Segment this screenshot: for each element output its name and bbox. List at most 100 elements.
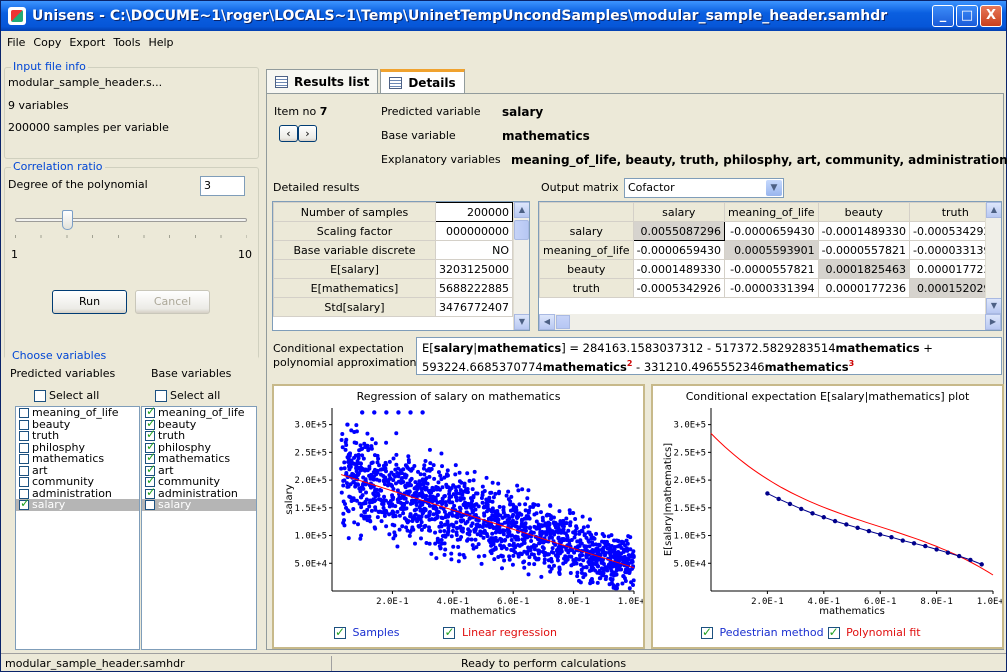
- menu-export[interactable]: Export: [69, 36, 105, 49]
- matrix-cell[interactable]: 0.0055087296: [632, 221, 726, 241]
- legend-pedestrian-method[interactable]: Pedestrian method: [701, 625, 824, 639]
- menu-file[interactable]: File: [7, 36, 25, 49]
- polynomial-fit-checkbox[interactable]: [827, 625, 840, 639]
- result-value[interactable]: 3203125000: [435, 259, 513, 279]
- title-bar[interactable]: Unisens - C:\DOCUME~1\roger\LOCALS~1\Tem…: [1, 1, 1006, 31]
- run-button[interactable]: Run: [52, 290, 127, 314]
- detailed-results-row[interactable]: Number of samples 200000: [273, 202, 513, 222]
- result-value[interactable]: 000000000: [435, 221, 513, 241]
- predicted-checkbox[interactable]: [19, 419, 29, 430]
- base-select-all[interactable]: Select all: [155, 389, 220, 402]
- detailed-results-row[interactable]: E[mathematics] 5688222885: [273, 278, 513, 298]
- matrix-cell[interactable]: -0.0000659430: [632, 240, 726, 260]
- result-value[interactable]: 200000: [435, 202, 513, 222]
- matrix-row[interactable]: salary 0.0055087296 -0.0000659430 -0.000148…: [539, 221, 1001, 241]
- scroll-down-icon[interactable]: ▼: [986, 298, 1001, 314]
- scroll-up-icon[interactable]: ▲: [986, 202, 1001, 218]
- output-matrix-select[interactable]: Cofactor ▼: [624, 178, 784, 198]
- result-value[interactable]: 5688222885: [435, 278, 513, 298]
- matrix-row[interactable]: truth -0.0005342926 -0.0000331394 0.0000177…: [539, 278, 1001, 298]
- predicted-checkbox[interactable]: [19, 477, 29, 487]
- sample-point: [391, 456, 396, 461]
- sample-point: [485, 502, 490, 507]
- close-button[interactable]: X: [980, 5, 1002, 27]
- sample-point: [379, 519, 384, 524]
- matrix-cell[interactable]: -0.0000659430: [724, 221, 819, 241]
- hscroll-thumb[interactable]: [556, 315, 570, 329]
- result-value[interactable]: NO: [435, 240, 513, 260]
- minimize-button[interactable]: _: [932, 5, 954, 27]
- matrix-cell[interactable]: -0.0001489330: [817, 221, 911, 241]
- base-checkbox[interactable]: [145, 500, 155, 510]
- menu-tools[interactable]: Tools: [113, 36, 140, 49]
- detailed-results-row[interactable]: E[salary] 3203125000: [273, 259, 513, 279]
- predicted-checkbox[interactable]: [19, 442, 29, 453]
- matrix-row[interactable]: meaning_of_life -0.0000659430 0.0005593901…: [539, 240, 1001, 260]
- chevron-down-icon[interactable]: ▼: [766, 180, 782, 196]
- detailed-results-row[interactable]: Base variable discrete NO: [273, 240, 513, 260]
- base-select-all-checkbox[interactable]: [155, 390, 167, 402]
- scroll-left-icon[interactable]: ◀: [539, 314, 555, 330]
- predicted-checkbox[interactable]: [19, 431, 29, 441]
- menu-copy[interactable]: Copy: [33, 36, 61, 49]
- matrix-cell[interactable]: 0.0001825463: [817, 259, 911, 279]
- tab-details[interactable]: Details: [380, 69, 465, 93]
- degree-input[interactable]: 3: [200, 176, 245, 196]
- prev-item-button[interactable]: ‹: [279, 125, 298, 142]
- sample-point: [459, 535, 464, 540]
- matrix-column-header[interactable]: beauty: [817, 202, 911, 222]
- pedestrian-method-checkbox[interactable]: [701, 625, 713, 639]
- scroll-right-icon[interactable]: ▶: [985, 314, 1001, 330]
- matrix-cell[interactable]: 0.0005593901: [724, 240, 819, 260]
- legend-linear-regression[interactable]: Linear regression: [443, 625, 557, 639]
- degree-slider-track[interactable]: [15, 218, 247, 222]
- tab-results-list[interactable]: Results list: [266, 69, 379, 93]
- base-variables-list[interactable]: meaning_of_lifebeautytruthphilosphymathe…: [141, 406, 257, 650]
- result-value[interactable]: 3476772407: [435, 297, 513, 317]
- matrix-row-header: beauty: [539, 259, 634, 279]
- base-item-8[interactable]: salary: [142, 499, 256, 511]
- matrix-cell[interactable]: -0.0000557821: [817, 240, 911, 260]
- detailed-results-row[interactable]: Std[salary] 3476772407: [273, 297, 513, 317]
- detailed-results-row[interactable]: Scaling factor 000000000: [273, 221, 513, 241]
- sample-point: [501, 532, 506, 537]
- sample-point: [449, 534, 454, 539]
- degree-slider-thumb[interactable]: [61, 210, 73, 230]
- scroll-down-icon[interactable]: ▼: [514, 314, 529, 330]
- matrix-cell[interactable]: -0.0000331394: [724, 278, 819, 298]
- matrix-row[interactable]: beauty -0.0001489330 -0.0000557821 0.000182…: [539, 259, 1001, 279]
- output-matrix-grid[interactable]: salary meaning_of_life beauty truth salary 0.…: [538, 201, 1002, 331]
- output-matrix-hscroll[interactable]: ◀ ▶: [539, 314, 1001, 330]
- scroll-up-icon[interactable]: ▲: [514, 202, 529, 218]
- scroll-thumb[interactable]: [514, 220, 529, 240]
- linear-regression-checkbox[interactable]: [443, 625, 456, 639]
- samples-checkbox[interactable]: [334, 625, 346, 639]
- predicted-variables-list[interactable]: meaning_of_life beauty truth philosphy mathe…: [15, 406, 140, 650]
- predicted-select-all-checkbox[interactable]: [34, 390, 46, 402]
- sample-point: [402, 501, 407, 506]
- sample-point: [414, 502, 419, 507]
- base-checkbox[interactable]: [145, 487, 156, 499]
- matrix-column-header[interactable]: salary: [632, 202, 726, 222]
- cancel-button[interactable]: Cancel: [135, 290, 210, 314]
- predicted-checkbox[interactable]: [19, 498, 30, 510]
- predicted-select-all[interactable]: Select all: [34, 389, 99, 402]
- matrix-column-header[interactable]: meaning_of_life: [724, 202, 819, 222]
- predicted-item-8[interactable]: salary: [16, 498, 139, 511]
- legend-samples[interactable]: Samples: [334, 625, 399, 639]
- maximize-button[interactable]: □: [956, 5, 978, 27]
- menu-help[interactable]: Help: [148, 36, 173, 49]
- predicted-checkbox[interactable]: [19, 408, 29, 418]
- predicted-checkbox[interactable]: [19, 454, 29, 464]
- legend-polynomial-fit[interactable]: Polynomial fit: [827, 625, 921, 639]
- matrix-cell[interactable]: -0.0000557821: [724, 259, 819, 279]
- detailed-results-grid[interactable]: Number of samples 200000 Scaling factor 000…: [272, 201, 530, 331]
- next-item-button[interactable]: ›: [298, 125, 317, 142]
- matrix-cell[interactable]: -0.0001489330: [632, 259, 726, 279]
- predicted-checkbox[interactable]: [19, 465, 29, 476]
- detailed-results-scrollbar[interactable]: ▲ ▼: [513, 202, 529, 330]
- output-matrix-vscroll[interactable]: ▲ ▼: [985, 202, 1001, 314]
- sample-point: [369, 508, 374, 513]
- matrix-cell[interactable]: 0.0000177236: [817, 278, 911, 298]
- matrix-cell[interactable]: -0.0005342926: [632, 278, 726, 298]
